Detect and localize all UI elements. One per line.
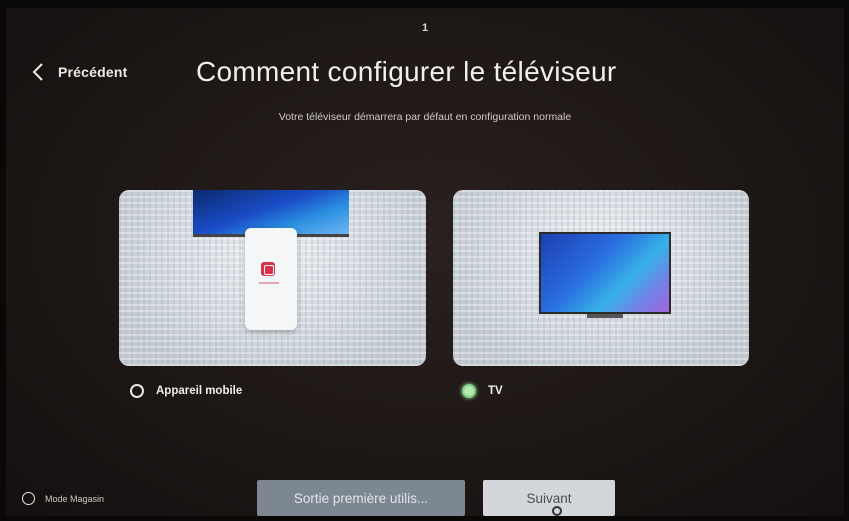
phone-app-label-line bbox=[259, 282, 279, 284]
store-mode-label: Mode Magasin bbox=[45, 493, 105, 504]
tv-option-label: TV bbox=[488, 385, 503, 397]
radio-unselected-icon bbox=[130, 384, 144, 398]
tv-option-radio[interactable]: TV bbox=[462, 384, 503, 398]
back-button[interactable]: Précédent bbox=[32, 62, 128, 82]
tv-option-card[interactable] bbox=[453, 190, 749, 366]
tv-screen: 1 Précédent Comment configurer le télévi… bbox=[6, 8, 844, 516]
mobile-option-radio[interactable]: Appareil mobile bbox=[130, 384, 242, 398]
radio-selected-icon bbox=[462, 384, 476, 398]
page-title: Comment configurer le téléviseur bbox=[196, 56, 617, 87]
pointer-cursor-icon bbox=[552, 506, 562, 516]
page-subtitle: Votre téléviseur démarrera par défaut en… bbox=[278, 111, 572, 123]
tv-stand bbox=[587, 314, 623, 318]
radio-unselected-icon bbox=[22, 492, 35, 505]
next-button[interactable]: Suivant bbox=[483, 480, 615, 516]
back-label: Précédent bbox=[58, 64, 128, 80]
mobile-option-card[interactable] bbox=[119, 190, 426, 366]
mobile-option-label: Appareil mobile bbox=[156, 385, 243, 397]
phone-app-icon bbox=[261, 262, 275, 276]
tv-icon bbox=[539, 232, 671, 314]
step-indicator: 1 bbox=[421, 22, 429, 34]
exit-setup-button[interactable]: Sortie première utilis... bbox=[257, 480, 465, 516]
chevron-left-icon bbox=[32, 63, 43, 81]
store-mode-toggle[interactable]: Mode Magasin bbox=[22, 492, 104, 505]
phone-illustration bbox=[245, 228, 297, 330]
